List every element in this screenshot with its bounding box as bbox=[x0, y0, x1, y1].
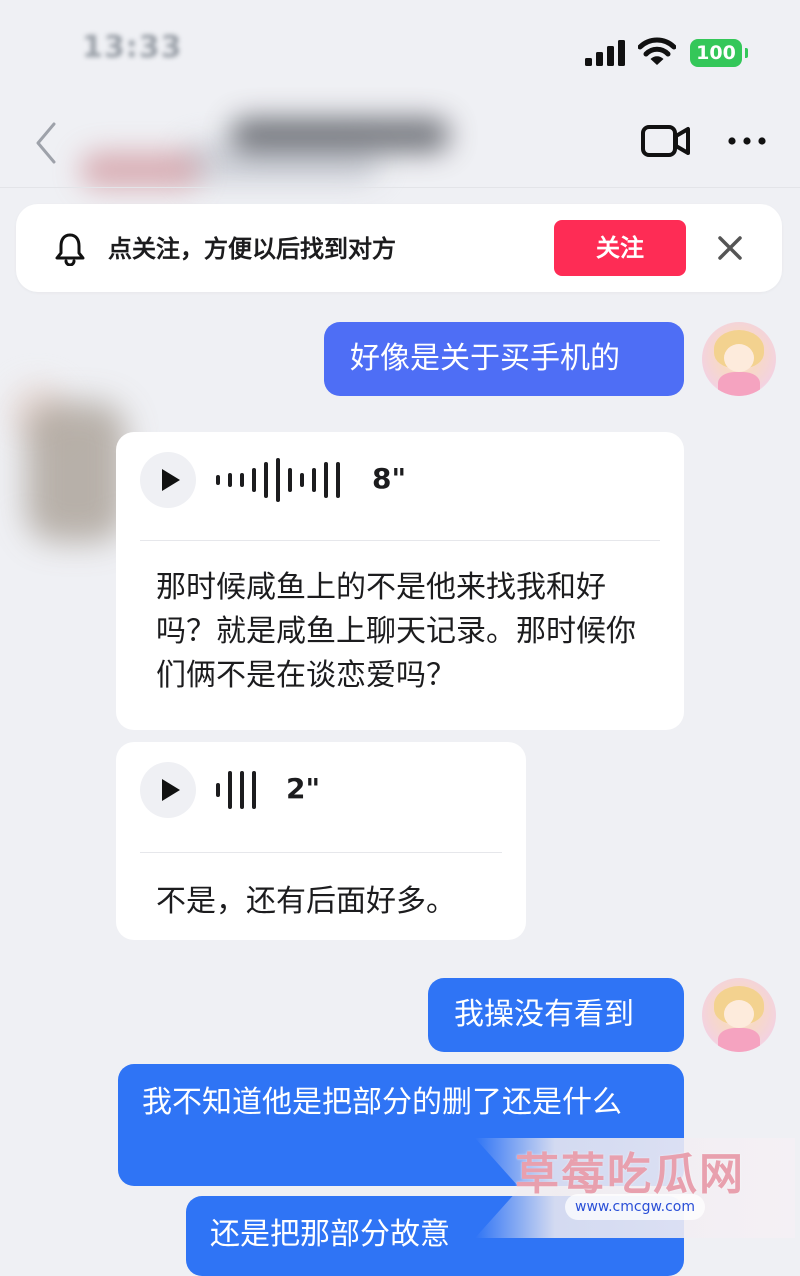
message-text: 还是把那部分故意 bbox=[210, 1217, 450, 1252]
voice-divider bbox=[140, 540, 660, 541]
follow-prompt-text: 点关注，方便以后找到对方 bbox=[108, 235, 396, 263]
voice-message[interactable]: 2" 不是，还有后面好多。 bbox=[116, 742, 526, 940]
voice-waveform bbox=[216, 456, 348, 504]
status-time: 13:33 bbox=[82, 30, 183, 65]
message-bubble-sent[interactable]: 我操没有看到 bbox=[428, 978, 684, 1052]
signal-icon bbox=[585, 40, 625, 66]
message-text: 我操没有看到 bbox=[454, 997, 634, 1032]
wifi-icon bbox=[638, 37, 676, 65]
watermark-title: 草莓吃瓜网 bbox=[515, 1149, 745, 1200]
follow-banner: 点关注，方便以后找到对方 关注 bbox=[16, 204, 782, 292]
watermark-url: www.cmcgw.com bbox=[565, 1194, 705, 1220]
message-bubble-sent[interactable]: 好像是关于买手机的 bbox=[324, 322, 684, 396]
voice-waveform bbox=[216, 766, 264, 814]
voice-transcript: 不是，还有后面好多。 bbox=[156, 884, 456, 919]
voice-duration: 8" bbox=[372, 462, 407, 495]
avatar[interactable] bbox=[702, 978, 776, 1052]
voice-message[interactable]: 8" 那时候咸鱼上的不是他来找我和好吗？就是咸鱼上聊天记录。那时候你们俩不是在谈… bbox=[116, 432, 684, 730]
voice-transcript: 那时候咸鱼上的不是他来找我和好吗？就是咸鱼上聊天记录。那时候你们俩不是在谈恋爱吗… bbox=[156, 570, 636, 693]
message-text: 好像是关于买手机的 bbox=[350, 341, 620, 376]
battery-indicator: 100 bbox=[690, 39, 748, 67]
close-icon[interactable] bbox=[716, 234, 744, 262]
bell-icon bbox=[55, 233, 85, 266]
play-icon[interactable] bbox=[140, 452, 196, 508]
more-icon[interactable] bbox=[727, 128, 767, 154]
video-call-icon[interactable] bbox=[640, 122, 692, 160]
voice-duration: 2" bbox=[286, 772, 321, 805]
play-icon[interactable] bbox=[140, 762, 196, 818]
follow-button[interactable]: 关注 bbox=[554, 220, 686, 276]
avatar[interactable] bbox=[702, 322, 776, 396]
site-watermark: 草莓吃瓜网 www.cmcgw.com bbox=[475, 1138, 795, 1238]
message-text: 我不知道他是把部分的删了还是什么 bbox=[142, 1085, 622, 1120]
header-divider bbox=[0, 187, 800, 188]
back-icon[interactable] bbox=[28, 118, 64, 168]
contact-name-redacted bbox=[80, 112, 460, 202]
voice-divider bbox=[140, 852, 502, 853]
